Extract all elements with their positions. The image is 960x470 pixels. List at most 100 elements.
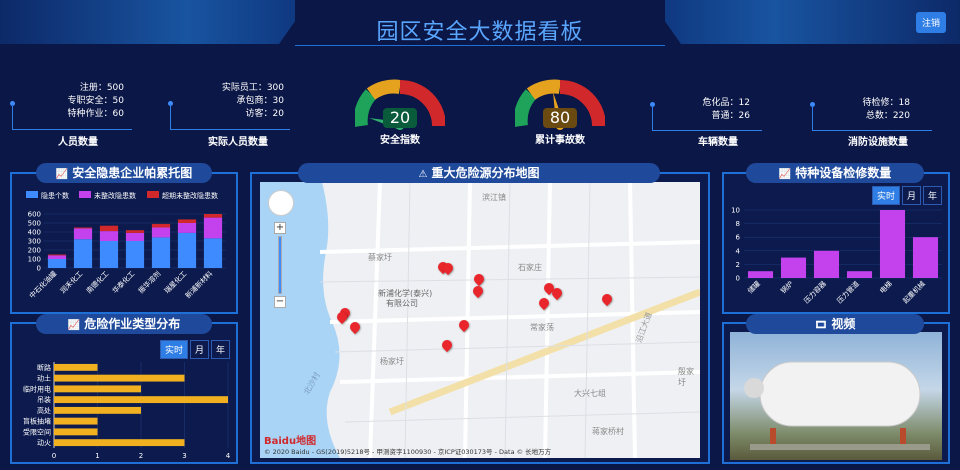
map-label: 常家荡 — [530, 323, 554, 332]
bar — [54, 363, 98, 371]
work-types-panel: 实时 月 年 0 1 2 3 4 断路 动土 临时用电 吊装 高处 盲板抽堵 受限空间 动火 — [10, 322, 238, 464]
legend-label: 超期未整改隐患数 — [162, 191, 218, 200]
stat-underline — [12, 104, 132, 130]
x-tick-label: 瑞星化工 — [162, 269, 188, 295]
zoom-slider[interactable] — [278, 236, 282, 294]
stat-underline — [812, 105, 932, 131]
stat-fire-facilities: 待检修：18 总数：220 消防设施数量 — [810, 97, 950, 152]
y-tick-label: 断路 — [37, 363, 51, 372]
map-panel-title: ⚠ 重大危险源分布地图 — [298, 163, 660, 183]
map-view[interactable]: 滨江镇 蔡家圩 石家庄 新浦化学(泰兴) 有限公司 常家荡 杨家圩 沿江大道 殷… — [260, 182, 700, 458]
legend-swatch — [79, 191, 91, 198]
bar — [125, 230, 145, 233]
tab-realtime[interactable]: 实时 — [159, 340, 188, 359]
video-title-text: 视频 — [831, 317, 856, 331]
bar — [747, 271, 774, 278]
bar — [47, 255, 67, 259]
map-label: 有限公司 — [386, 299, 418, 308]
bar — [177, 223, 197, 233]
tab-year[interactable]: 年 — [210, 340, 230, 359]
x-tick-label: 2 — [139, 452, 143, 460]
bar — [47, 254, 67, 256]
safety-index-value: 20 — [383, 108, 417, 128]
stat-vehicles: 危化品：12 普通：26 车辆数量 — [650, 97, 790, 152]
bar — [54, 417, 98, 425]
map-label: 蔡家圩 — [368, 253, 392, 262]
bar — [73, 227, 93, 229]
y-tick-label: 200 — [28, 247, 41, 255]
baidu-logo: Baidu地图 — [264, 436, 317, 447]
y-tick-label: 10 — [731, 207, 740, 215]
y-tick-label: 0 — [37, 265, 41, 273]
bar — [54, 439, 185, 447]
zoom-out-button[interactable]: − — [274, 296, 286, 308]
bar — [125, 232, 145, 241]
video-player[interactable] — [730, 332, 942, 460]
y-tick-label: 动火 — [37, 438, 51, 447]
map-copyright: © 2020 Baidu - GS(2019)5218号 - 甲测资字11009… — [264, 448, 552, 456]
pareto-panel-title: 📈 安全隐患企业帕累托图 — [36, 163, 212, 183]
x-tick-label: 储罐 — [746, 279, 762, 295]
bar — [780, 257, 807, 278]
stat-actual: 实际员工：300 承包商：30 访客：20 实际人员数量 — [168, 82, 308, 152]
video-panel — [722, 322, 950, 464]
x-tick-label: 1 — [95, 452, 99, 460]
bar — [54, 385, 141, 393]
x-tick-label: 4 — [226, 452, 231, 460]
y-tick-label: 300 — [28, 238, 41, 246]
x-tick-label: 0 — [52, 452, 56, 460]
x-tick-label: 锅炉 — [779, 279, 795, 295]
stat-underline — [170, 104, 290, 130]
bar-chart-icon: 📈 — [67, 320, 81, 331]
accident-count-value: 80 — [543, 108, 577, 128]
bar — [151, 237, 171, 268]
x-tick-label: 电梯 — [878, 279, 894, 295]
video-icon: 🎞 — [814, 320, 828, 331]
y-tick-label: 600 — [28, 211, 41, 219]
x-tick-label: 新浦新材料 — [183, 269, 214, 300]
legend-swatch — [147, 191, 159, 198]
tab-realtime[interactable]: 实时 — [871, 186, 900, 205]
safety-index-gauge: 20 安全指数 — [353, 68, 446, 152]
map-label: 滨江镇 — [482, 193, 506, 202]
map-label: 蒋家桥村 — [592, 427, 624, 436]
x-tick-label: 华泰化工 — [110, 269, 136, 295]
y-tick-label: 4 — [736, 247, 741, 255]
tab-year[interactable]: 年 — [922, 186, 942, 205]
logout-button[interactable]: 注销 — [915, 12, 946, 33]
work-types-title-text: 危险作业类型分布 — [84, 317, 181, 331]
stat-underline — [652, 105, 762, 131]
map-label: 殷家圩 — [678, 367, 694, 387]
bar — [151, 227, 171, 238]
y-tick-label: 2 — [736, 261, 740, 269]
equipment-title-text: 特种设备检修数量 — [795, 166, 892, 180]
legend-label: 未整改隐患数 — [94, 191, 136, 200]
y-tick-label: 8 — [736, 220, 740, 228]
pareto-panel: 隐患个数 未整改隐患数 超期未整改隐患数 0 100 200 300 400 500 600 中石化… — [10, 172, 238, 314]
zoom-in-button[interactable]: + — [274, 222, 286, 234]
map-pan-control[interactable] — [268, 190, 294, 216]
stat-line: 实际员工：300 — [221, 83, 284, 93]
tab-month[interactable]: 月 — [901, 186, 921, 205]
bar — [54, 428, 98, 436]
bar-chart-icon: 📈 — [778, 169, 792, 180]
work-types-panel-title: 📈 危险作业类型分布 — [36, 314, 212, 334]
map-label: 杨家圩 — [380, 357, 404, 366]
stat-personnel-caption: 人员数量 — [58, 137, 98, 148]
page-title: 园区安全大数据看板 — [376, 20, 584, 45]
bar — [54, 406, 141, 414]
x-tick-label: 压力容器 — [802, 279, 828, 305]
pareto-title-text: 安全隐患企业帕累托图 — [72, 166, 193, 180]
bar — [73, 228, 93, 240]
bar — [177, 232, 197, 268]
accident-count-caption: 累计事故数 — [535, 135, 585, 146]
warning-icon: ⚠ — [418, 169, 428, 180]
bar — [151, 223, 171, 228]
bar — [912, 237, 939, 278]
y-tick-label: 动土 — [37, 374, 51, 383]
y-tick-label: 吊装 — [37, 395, 51, 404]
y-tick-label: 盲板抽堵 — [23, 417, 51, 426]
x-tick-label: 振华溶剂 — [136, 269, 162, 295]
tab-month[interactable]: 月 — [189, 340, 209, 359]
map-label: 石家庄 — [518, 263, 542, 272]
